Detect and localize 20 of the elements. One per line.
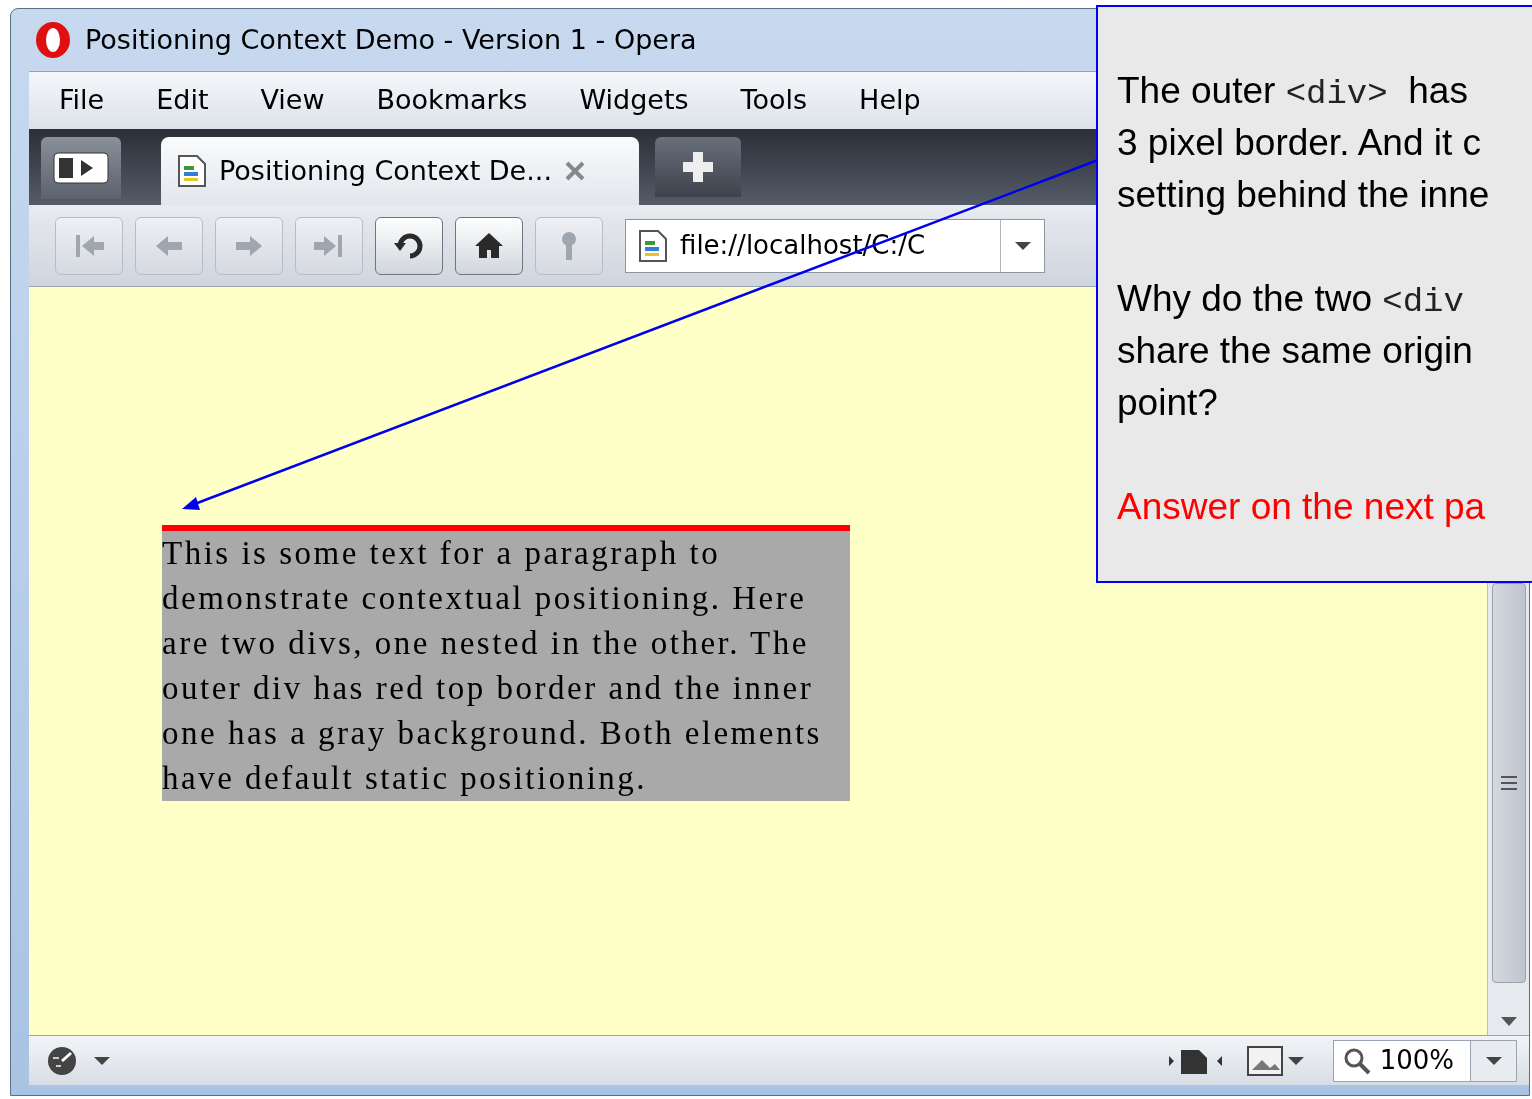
menu-item[interactable]: Widgets [579,80,689,121]
callout-text-line: 3 pixel border. And it c [1117,121,1482,165]
callout-text-line: The outer <div> has [1117,69,1468,115]
menu-item[interactable]: Bookmarks [376,80,528,121]
menu-item[interactable]: Help [859,80,921,121]
window-title: Positioning Context Demo - Version 1 - Opera [85,22,697,57]
tab-label: Positioning Context De... [219,153,552,188]
menu-item[interactable]: View [260,80,325,121]
menu-item[interactable]: Edit [156,80,209,121]
zoom-control[interactable]: 100% [1332,1039,1517,1082]
answer-hint: Answer on the next pa [1117,485,1486,529]
callout-text-line: share the same origin [1117,329,1473,373]
browser-tab[interactable]: Positioning Context De... [161,137,639,205]
callout-text-line: setting behind the inne [1117,173,1490,217]
menu-item[interactable]: Tools [740,80,808,121]
callout-text-line: point? [1117,381,1218,425]
paragraph: This is some text for a paragraph to demonstrate contextual positioning. Here are two divs, one nested in the other. The outer div has red top border and the inner one has a gray background. Both elements have default static positioning. [162,534,823,798]
zoom-level: 100% [1379,1044,1455,1077]
menu-item[interactable]: File [59,80,105,121]
callout-text-line: Why do the two <div [1117,277,1464,323]
